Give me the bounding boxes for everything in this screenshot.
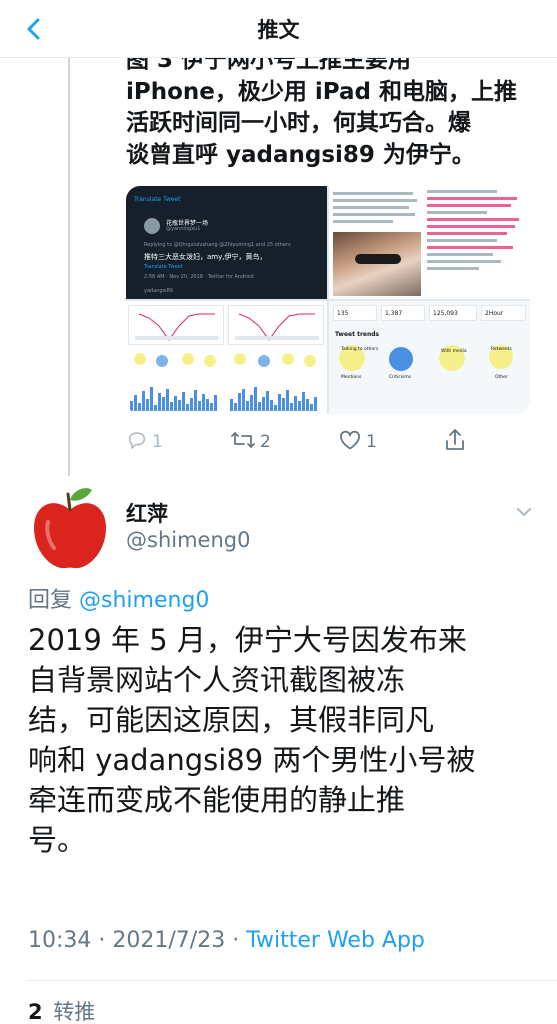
author-username[interactable]: @shimeng0 xyxy=(126,528,250,552)
trend-circle xyxy=(258,355,270,367)
share-button[interactable] xyxy=(442,428,468,456)
stat-box: 2Hour xyxy=(481,305,526,321)
separator: · xyxy=(232,928,240,953)
heart-icon xyxy=(338,429,362,455)
screenshot-meta: 2:58 AM · Nov 20, 2018 · Twitter for And… xyxy=(144,274,254,280)
tweet-date: 2021/7/23 xyxy=(112,928,226,953)
like-count: 1 xyxy=(366,432,377,452)
retweet-count: 2 xyxy=(260,432,271,452)
media-image-analytics[interactable] xyxy=(126,301,327,414)
tweet-line: 牵连而变成不能使用的静止推 xyxy=(28,783,406,817)
mini-chart-panel xyxy=(228,305,324,345)
tweet-line: 自背景网站个人资讯截图被冻 xyxy=(28,663,406,697)
trend-label: Mentions xyxy=(341,375,362,380)
stat-box: 1,387 xyxy=(381,305,425,321)
profile-photo xyxy=(333,232,421,296)
separator: · xyxy=(98,928,106,953)
screenshot-footer: yadangsi89 xyxy=(144,288,173,294)
stat-box: 125,093 xyxy=(429,305,477,321)
translate-link: Translate Tweet xyxy=(134,196,181,203)
previous-tweet-line: 谈曾直呼 yadangsi89 为伊宁。 xyxy=(126,141,475,168)
trend-label: Other xyxy=(495,375,508,380)
previous-tweet-line: iPhone，极少用 iPad 和电脑，上推 xyxy=(126,78,518,105)
trend-label: With media xyxy=(441,349,467,354)
previous-tweet-text: 图 3 伊宁网小号上推主要用 iPhone，极少用 iPad 和电脑，上推 活跃… xyxy=(126,45,546,171)
activity-bars xyxy=(130,385,217,411)
page-title: 推文 xyxy=(257,18,300,42)
previous-tweet-line: 活跃时间同一小时，何其巧合。爆 xyxy=(126,110,471,136)
activity-bars xyxy=(230,385,317,411)
trend-circle xyxy=(234,353,246,365)
like-button[interactable]: 1 xyxy=(338,428,377,456)
trend-circle xyxy=(282,353,294,365)
mini-chart-panel xyxy=(128,305,224,345)
source-app-link[interactable]: Twitter Web App xyxy=(246,928,425,953)
reply-icon xyxy=(126,429,148,455)
tweet-line: 结，可能因这原因，其假非同凡 xyxy=(28,703,435,737)
trend-circle xyxy=(389,347,413,371)
screenshot-body: 推特三大恶女泼妇，amy,伊宁，黄鸟， xyxy=(144,253,267,261)
tweet-time: 10:34 xyxy=(28,928,92,953)
screenshot-reply-line: Replying to @Qingxiulushang @Zhiyuming1 … xyxy=(144,242,291,248)
trend-circle xyxy=(304,355,316,367)
media-image-tweet-screenshot[interactable]: Translate Tweet 花瓶世界梦一场 @yanningxu1 Repl… xyxy=(126,186,327,299)
apple-icon xyxy=(34,488,106,569)
trend-label: Criticisms xyxy=(389,375,412,380)
trend-circle xyxy=(156,355,168,367)
stat-box: 135 xyxy=(333,305,377,321)
retweet-icon xyxy=(230,429,256,455)
trend-label: Retweets xyxy=(491,347,512,352)
media-image-profile-screenshot[interactable] xyxy=(329,186,530,299)
reply-count: 1 xyxy=(152,432,163,452)
screenshot-translate: Translate Tweet xyxy=(144,264,183,270)
reply-prefix: 回复 xyxy=(28,588,73,613)
thread-connector-line xyxy=(68,58,70,476)
tweet-media-grid[interactable]: Translate Tweet 花瓶世界梦一场 @yanningxu1 Repl… xyxy=(126,186,530,414)
share-icon xyxy=(442,427,468,457)
tweet-trends-title: Tweet trends xyxy=(335,331,380,338)
tweet-line: 响和 yadangsi89 两个男性小号被 xyxy=(28,743,476,777)
screenshot-text-block xyxy=(333,192,421,227)
trend-label: Talking to others xyxy=(341,347,379,352)
tweet-text: 2019 年 5 月，伊宁大号因发布来 自背景网站个人资讯截图被冻 结，可能因这… xyxy=(28,620,548,860)
tweet-metadata: 10:34 · 2021/7/23 · Twitter Web App xyxy=(28,928,425,953)
screenshot-text-block xyxy=(427,190,527,274)
mention-link[interactable]: @shimeng0 xyxy=(79,588,209,613)
top-bar: 推文 xyxy=(0,0,557,58)
media-image-stats[interactable]: 135 1,387 125,093 2Hour Tweet trends Tal… xyxy=(329,301,530,414)
tweet-line: 号。 xyxy=(28,823,87,857)
avatar xyxy=(144,218,160,234)
screenshot-handle: @yanningxu1 xyxy=(166,226,201,232)
retweet-button[interactable]: 2 xyxy=(230,428,271,456)
divider xyxy=(28,980,557,981)
trend-circle xyxy=(182,353,194,365)
tweet-line: 2019 年 5 月，伊宁大号因发布来 xyxy=(28,623,467,657)
avatar[interactable] xyxy=(24,482,116,574)
trend-circle xyxy=(204,355,216,367)
trend-circle xyxy=(134,353,146,365)
author-display-name[interactable]: 红萍 xyxy=(126,498,168,528)
sunglasses-shape xyxy=(355,254,401,264)
replying-to: 回复 @shimeng0 xyxy=(28,582,209,614)
retweet-total: 2 xyxy=(28,1000,43,1024)
chevron-down-icon[interactable] xyxy=(514,502,534,522)
retweet-label: 转推 xyxy=(53,1000,96,1024)
reply-button[interactable]: 1 xyxy=(126,428,163,456)
retweet-stats[interactable]: 2 转推 xyxy=(28,996,95,1024)
